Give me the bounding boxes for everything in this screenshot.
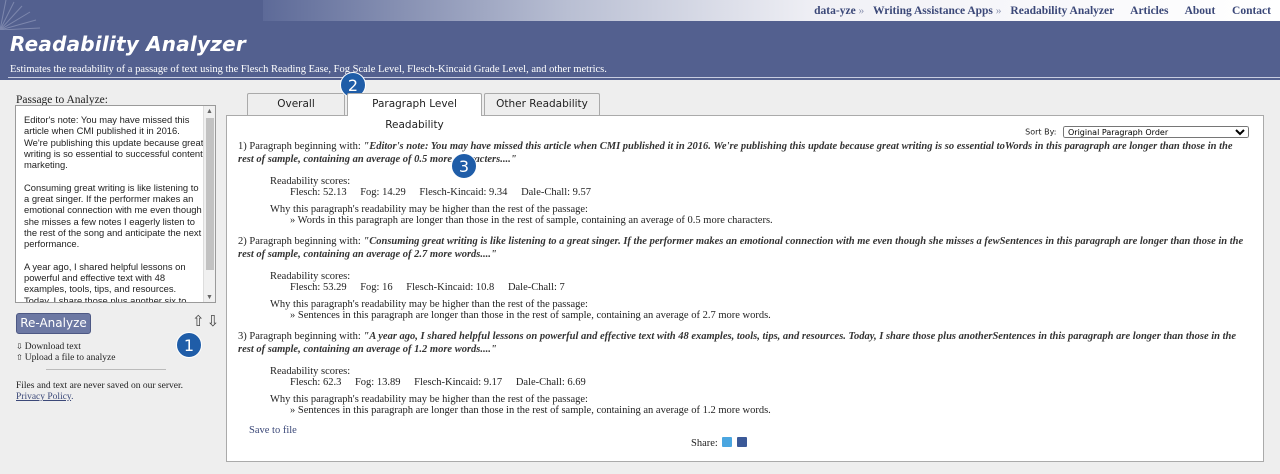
- flesch-score: Flesch: 52.13: [290, 187, 347, 198]
- paragraph-prefix: 1) Paragraph beginning with:: [238, 141, 361, 152]
- share-bar: Share:: [691, 437, 748, 449]
- readability-scores: Flesch: 52.13 Fog: 14.29 Flesch-Kincaid:…: [290, 187, 1250, 198]
- sort-by-control: Sort By: Original Paragraph Order: [1025, 126, 1249, 138]
- nav-link-contact[interactable]: Contact: [1232, 5, 1271, 17]
- paragraph-quote: "A year ago, I shared helpful lessons on…: [238, 331, 1237, 355]
- flesch-kincaid-score: Flesch-Kincaid: 9.34: [419, 187, 508, 198]
- readability-scores: Flesch: 62.3 Fog: 13.89 Flesch-Kincaid: …: [290, 377, 1250, 388]
- page-title: Readability Analyzer: [10, 32, 246, 56]
- paragraph-result-3: 3) Paragraph beginning with: "A year ago…: [238, 331, 1250, 416]
- paragraph-heading: 2) Paragraph beginning with: "Consuming …: [238, 236, 1250, 261]
- flesch-score: Flesch: 53.29: [290, 282, 347, 293]
- privacy-line: Privacy Policy.: [16, 392, 73, 402]
- readability-scores-label: Readability scores:: [270, 366, 351, 377]
- nav-link-data-yze[interactable]: data-yze: [814, 5, 856, 17]
- paragraph-heading: 3) Paragraph beginning with: "A year ago…: [238, 331, 1250, 356]
- tab-paragraph-level-readability[interactable]: Paragraph Level Readability: [347, 93, 482, 131]
- reason-text: » Words in this paragraph are longer tha…: [290, 215, 773, 226]
- privacy-period: .: [71, 392, 74, 402]
- left-divider: [46, 369, 166, 370]
- marker-3: 3: [451, 153, 477, 179]
- paragraph-readability-panel: Sort By: Original Paragraph Order 1) Par…: [226, 115, 1264, 462]
- fog-score: Fog: 14.29: [360, 187, 406, 198]
- why-label: Why this paragraph's readability may be …: [270, 299, 588, 310]
- paragraph-quote: "Consuming great writing is like listeni…: [238, 236, 1244, 260]
- readability-scores-label: Readability scores:: [270, 271, 351, 282]
- flesch-kincaid-score: Flesch-Kincaid: 10.8: [406, 282, 495, 293]
- privacy-note: Files and text are never saved on our se…: [16, 381, 183, 391]
- breadcrumb-separator: »: [995, 5, 1002, 17]
- breadcrumb: data-yze » Writing Assistance Apps » Rea…: [814, 5, 1271, 17]
- marker-1: 1: [176, 332, 202, 358]
- fog-score: Fog: 16: [360, 282, 393, 293]
- header-divider: [8, 77, 1280, 78]
- scrollbar-thumb[interactable]: [206, 118, 214, 270]
- paragraph-heading: 1) Paragraph beginning with: "Editor's n…: [238, 141, 1250, 166]
- save-to-file-link[interactable]: Save to file: [249, 425, 297, 436]
- flesch-kincaid-score: Flesch-Kincaid: 9.17: [414, 377, 503, 388]
- breadcrumb-separator: »: [858, 5, 865, 17]
- reason-text: » Sentences in this paragraph are longer…: [290, 405, 771, 416]
- download-arrow-icon: ⇩: [16, 342, 23, 351]
- fog-score: Fog: 13.89: [354, 377, 401, 388]
- top-navigation: data-yze » Writing Assistance Apps » Rea…: [263, 0, 1280, 21]
- why-label: Why this paragraph's readability may be …: [270, 394, 588, 405]
- why-label: Why this paragraph's readability may be …: [270, 204, 588, 215]
- facebook-icon[interactable]: [737, 437, 748, 447]
- passage-scrollbar[interactable]: ▲ ▼: [203, 106, 215, 302]
- site-header: data-yze » Writing Assistance Apps » Rea…: [0, 0, 1280, 80]
- re-analyze-button[interactable]: Re-Analyze: [16, 313, 91, 334]
- upload-arrow-icon: ⇧: [16, 353, 23, 362]
- download-text-link[interactable]: ⇩ Download text: [16, 342, 81, 352]
- paragraph-result-2: 2) Paragraph beginning with: "Consuming …: [238, 236, 1250, 321]
- passage-textarea[interactable]: Editor's note: You may have missed this …: [15, 105, 216, 303]
- download-text-label[interactable]: Download text: [25, 342, 81, 352]
- upload-file-label[interactable]: Upload a file to analyze: [25, 353, 116, 363]
- flesch-score: Flesch: 62.3: [290, 377, 342, 388]
- page-subtitle: Estimates the readability of a passage o…: [10, 64, 607, 75]
- reason-text: » Sentences in this paragraph are longer…: [290, 310, 771, 321]
- logo-swirl-icon: [0, 0, 40, 30]
- dale-chall-score: Dale-Chall: 6.69: [515, 377, 586, 388]
- readability-scores: Flesch: 53.29 Fog: 16 Flesch-Kincaid: 10…: [290, 282, 1250, 293]
- sort-by-label: Sort By:: [1025, 127, 1057, 137]
- dale-chall-score: Dale-Chall: 7: [507, 282, 565, 293]
- sort-by-select[interactable]: Original Paragraph Order: [1063, 126, 1249, 138]
- nav-link-about[interactable]: About: [1185, 5, 1216, 17]
- tab-other-readability-tools[interactable]: Other Readability Tools: [484, 93, 600, 131]
- dale-chall-score: Dale-Chall: 9.57: [521, 187, 592, 198]
- passage-text[interactable]: Editor's note: You may have missed this …: [24, 114, 204, 302]
- twitter-icon[interactable]: [722, 437, 733, 447]
- paragraph-prefix: 3) Paragraph beginning with:: [238, 331, 361, 342]
- scroll-up-icon[interactable]: ▲: [206, 107, 213, 115]
- paragraph-quote: "Editor's note: You may have missed this…: [238, 141, 1233, 165]
- paragraph-prefix: 2) Paragraph beginning with:: [238, 236, 361, 247]
- upload-file-link[interactable]: ⇧ Upload a file to analyze: [16, 353, 115, 363]
- scroll-down-icon[interactable]: ▼: [206, 293, 213, 301]
- privacy-policy-link[interactable]: Privacy Policy: [16, 392, 71, 402]
- move-up-down-arrows-icon[interactable]: ⇧⇩: [192, 312, 221, 330]
- nav-link-readability-analyzer[interactable]: Readability Analyzer: [1010, 5, 1114, 17]
- share-label: Share:: [691, 438, 718, 449]
- nav-link-articles[interactable]: Articles: [1130, 5, 1168, 17]
- readability-scores-label: Readability scores:: [270, 176, 351, 187]
- paragraph-result-1: 1) Paragraph beginning with: "Editor's n…: [238, 141, 1250, 226]
- nav-link-writing-assistance-apps[interactable]: Writing Assistance Apps: [873, 5, 993, 17]
- tab-overall-readability[interactable]: Overall Readability: [247, 93, 345, 131]
